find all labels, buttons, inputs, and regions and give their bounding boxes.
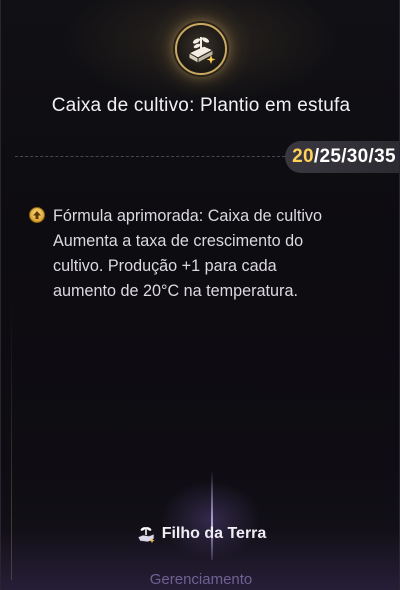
faction-hand-plant-icon [137, 527, 155, 544]
greenhouse-plant-icon-graphic [187, 37, 216, 64]
faction-name: Filho da Terra [161, 525, 267, 542]
description-line-2: Aumenta a taxa de crescimento do [53, 232, 304, 250]
category-footer: Gerenciamento [149, 571, 253, 588]
skill-description: Fórmula aprimorada: Caixa de cultivo Aum… [29, 204, 379, 304]
card-title: Caixa de cultivo: Plantio em estufa [51, 95, 351, 116]
skill-card: Caixa de cultivo: Plantio em estufa 20/2… [0, 0, 400, 590]
level-value-4: 35 [374, 146, 396, 167]
greenhouse-plant-icon [175, 23, 227, 75]
faction-label: Filho da Terra [1, 524, 399, 544]
level-values-badge: 20/25/30/35 [285, 141, 399, 173]
level-value-3: 30 [346, 146, 369, 167]
upgrade-arrow-icon [29, 207, 45, 223]
level-value-2: 25 [319, 146, 342, 167]
description-line-1: Fórmula aprimorada: Caixa de cultivo [53, 207, 323, 225]
faction-light-beam [211, 470, 213, 560]
description-line-3: cultivo. Produção +1 para cada [53, 257, 277, 275]
dashed-divider [15, 156, 285, 157]
level-value-1: 20 [292, 146, 314, 167]
description-line-4: aumento de 20°C na temperatura. [53, 282, 298, 300]
